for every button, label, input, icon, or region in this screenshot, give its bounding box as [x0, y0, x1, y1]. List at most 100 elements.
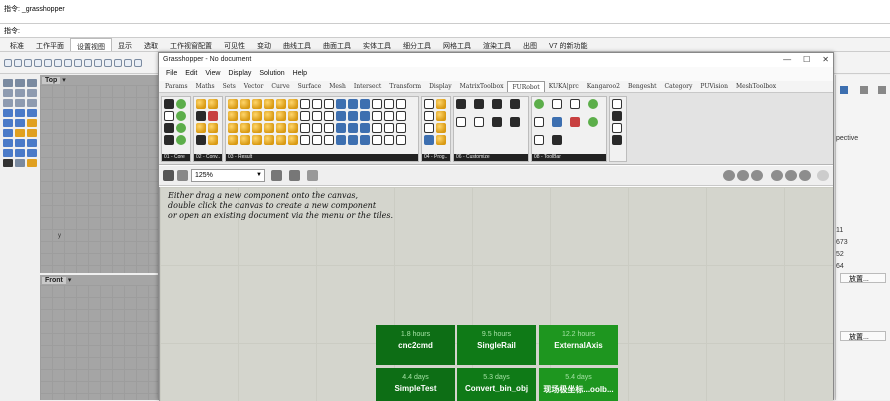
component-icon[interactable]	[336, 111, 346, 121]
boolean-icon[interactable]	[27, 119, 37, 127]
pan-icon[interactable]	[4, 58, 12, 67]
component-icon[interactable]	[424, 99, 434, 109]
curve-icon[interactable]	[15, 89, 25, 97]
component-icon[interactable]	[276, 123, 286, 133]
tab-curve-tools[interactable]: 曲线工具	[277, 38, 317, 51]
scale-icon[interactable]	[3, 149, 13, 157]
component-icon[interactable]	[276, 135, 286, 145]
menu-file[interactable]: File	[162, 67, 181, 81]
component-icon[interactable]	[228, 135, 238, 145]
grasshopper-canvas[interactable]: Either drag a new component onto the can…	[159, 187, 833, 401]
viewport-front[interactable]: Front ▾	[40, 275, 158, 400]
robot-arm-icon[interactable]	[510, 99, 520, 109]
link-icon[interactable]	[474, 99, 484, 109]
tab-surface[interactable]: Surface	[294, 81, 326, 92]
component-icon[interactable]	[176, 135, 186, 145]
zoom-extents-icon[interactable]	[177, 170, 188, 181]
component-icon[interactable]	[588, 99, 598, 109]
tab-solid-tools[interactable]: 实体工具	[357, 38, 397, 51]
ellipse-icon[interactable]	[15, 99, 25, 107]
component-icon[interactable]	[264, 123, 274, 133]
tab-vector[interactable]: Vector	[240, 81, 268, 92]
component-icon[interactable]	[264, 99, 274, 109]
component-icon[interactable]	[396, 99, 406, 109]
tab-puvision[interactable]: PUVision	[696, 81, 732, 92]
component-icon[interactable]	[384, 135, 394, 145]
component-icon[interactable]	[196, 135, 206, 145]
component-icon[interactable]	[436, 123, 446, 133]
component-icon[interactable]	[312, 135, 322, 145]
component-icon[interactable]	[570, 99, 580, 109]
component-icon[interactable]	[252, 135, 262, 145]
preview-off-icon[interactable]	[817, 170, 829, 181]
component-icon[interactable]	[348, 135, 358, 145]
tab-visibility[interactable]: 可见性	[218, 38, 251, 51]
component-icon[interactable]	[164, 123, 174, 133]
component-icon[interactable]	[396, 123, 406, 133]
component-icon[interactable]	[534, 117, 544, 127]
component-icon[interactable]	[196, 123, 206, 133]
component-icon[interactable]	[552, 117, 562, 127]
recent-file-tile[interactable]: 4.4 days SimpleTest	[376, 368, 455, 401]
four-view-icon[interactable]	[124, 58, 132, 67]
component-icon[interactable]	[612, 123, 622, 133]
component-icon[interactable]	[348, 99, 358, 109]
component-icon[interactable]	[196, 111, 206, 121]
zoom-icon[interactable]	[24, 58, 32, 67]
component-icon[interactable]	[436, 135, 446, 145]
minimize-icon[interactable]: —	[783, 55, 791, 64]
component-icon[interactable]	[324, 99, 334, 109]
tab-meshtoolbox[interactable]: MeshToolbox	[732, 81, 780, 92]
menu-view[interactable]: View	[201, 67, 224, 81]
zoom-select[interactable]: 125% ▼	[191, 169, 265, 182]
line-icon[interactable]	[27, 79, 37, 87]
component-icon[interactable]	[176, 123, 186, 133]
component-icon[interactable]	[384, 99, 394, 109]
component-icon[interactable]	[612, 135, 622, 145]
preview-shaded-icon[interactable]	[737, 170, 749, 181]
component-icon[interactable]	[252, 111, 262, 121]
tab-transform[interactable]: 变动	[251, 38, 277, 51]
component-icon[interactable]	[312, 99, 322, 109]
component-icon[interactable]	[276, 99, 286, 109]
component-icon[interactable]	[300, 99, 310, 109]
component-icon[interactable]	[336, 123, 346, 133]
tab-new-in-v7[interactable]: V7 的新功能	[543, 38, 594, 51]
extrude-icon[interactable]	[15, 109, 25, 117]
array-icon[interactable]	[27, 149, 37, 157]
component-icon[interactable]	[208, 135, 218, 145]
component-icon[interactable]	[384, 123, 394, 133]
zoom-icon[interactable]	[307, 170, 318, 181]
component-icon[interactable]	[534, 135, 544, 145]
mirror-icon[interactable]	[15, 149, 25, 157]
component-icon[interactable]	[372, 111, 382, 121]
component-icon[interactable]	[436, 99, 446, 109]
tab-intersect[interactable]: Intersect	[350, 81, 385, 92]
component-icon[interactable]	[240, 123, 250, 133]
surface-icon[interactable]	[3, 109, 13, 117]
tab-viewport-layout[interactable]: 工作视窗配置	[164, 38, 218, 51]
panel-icon[interactable]	[840, 86, 848, 94]
component-icon[interactable]	[552, 99, 562, 109]
component-icon[interactable]	[372, 123, 382, 133]
tab-select[interactable]: 选取	[138, 38, 164, 51]
tab-curve[interactable]: Curve	[267, 81, 293, 92]
place-button[interactable]: 放置...	[840, 331, 886, 341]
component-icon[interactable]	[612, 99, 622, 109]
tab-standard[interactable]: 标准	[4, 38, 30, 51]
tab-furobot[interactable]: FURobot	[507, 81, 545, 92]
point-icon[interactable]	[15, 79, 25, 87]
tab-display[interactable]: Display	[425, 81, 456, 92]
component-icon[interactable]	[208, 99, 218, 109]
tab-mesh[interactable]: Mesh	[325, 81, 350, 92]
tab-sets[interactable]: Sets	[219, 81, 240, 92]
component-icon[interactable]	[372, 99, 382, 109]
component-icon[interactable]	[324, 111, 334, 121]
component-icon[interactable]	[264, 135, 274, 145]
box-icon[interactable]	[3, 119, 13, 127]
component-icon[interactable]	[228, 111, 238, 121]
tab-kangaroo2[interactable]: Kangaroo2	[583, 81, 624, 92]
component-icon[interactable]	[360, 123, 370, 133]
copy-icon[interactable]	[15, 139, 25, 147]
menu-display[interactable]: Display	[224, 67, 255, 81]
